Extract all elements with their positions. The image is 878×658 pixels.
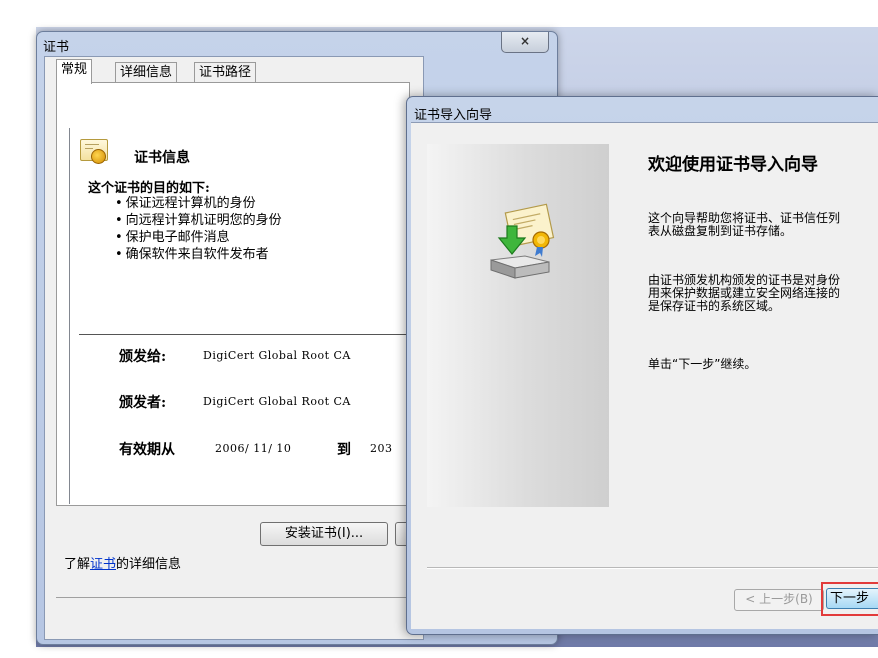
- import-certificate-icon: [490, 203, 555, 279]
- close-icon: ×: [519, 34, 531, 48]
- purpose-item: 确保软件来自软件发布者: [115, 246, 282, 263]
- next-button[interactable]: 下一步: [826, 588, 878, 609]
- tab-certification-path[interactable]: 证书路径: [194, 62, 257, 83]
- wizard-heading: 欢迎使用证书导入向导: [648, 155, 818, 175]
- wizard-intro-text: 这个向导帮助您将证书、证书信任列 表从磁盘复制到证书存储。: [648, 212, 840, 238]
- back-button[interactable]: < 上一步(B): [734, 589, 824, 611]
- valid-from-label: 有效期从: [119, 442, 175, 458]
- purpose-item: 保证远程计算机的身份: [115, 195, 282, 212]
- learn-more-prefix: 了解: [64, 557, 91, 572]
- issued-to-value: DigiCert Global Root CA: [203, 349, 351, 362]
- purpose-item: 保护电子邮件消息: [115, 229, 282, 246]
- separator: [427, 567, 878, 568]
- tab-details[interactable]: 详细信息: [115, 62, 178, 83]
- issued-by-value: DigiCert Global Root CA: [203, 395, 351, 408]
- install-certificate-button[interactable]: 安装证书(I)...: [260, 522, 388, 546]
- valid-from-date: 2006/ 11/ 10: [215, 442, 292, 455]
- divider: [79, 334, 409, 335]
- text-line: 表从磁盘复制到证书存储。: [648, 224, 793, 238]
- purpose-item: 向远程计算机证明您的身份: [115, 212, 282, 229]
- certificate-icon: [80, 139, 108, 164]
- learn-more-suffix: 的详细信息: [116, 557, 182, 572]
- certificate-window-title: 证书: [43, 40, 70, 55]
- wizard-title: 证书导入向导: [414, 108, 493, 123]
- valid-to-word: 到: [337, 442, 351, 458]
- purpose-heading: 这个证书的目的如下:: [88, 181, 210, 196]
- valid-to-date: 203: [370, 442, 393, 455]
- learn-more-text: 了解证书的详细信息: [64, 553, 181, 572]
- issued-by-label: 颁发者:: [119, 395, 167, 411]
- text-line: 是保存证书的系统区域。: [648, 299, 781, 313]
- wizard-description-text: 由证书颁发机构颁发的证书是对身份 用来保护数据或建立安全网络连接的 是保存证书的…: [648, 274, 840, 313]
- tab-general[interactable]: 常规: [56, 59, 93, 84]
- separator: [56, 597, 408, 598]
- certificate-info-heading: 证书信息: [134, 150, 190, 166]
- certificate-help-link[interactable]: 证书: [90, 557, 116, 572]
- issued-to-label: 颁发给:: [119, 349, 167, 365]
- wizard-continue-text: 单击“下一步”继续。: [648, 357, 757, 371]
- purpose-list: 保证远程计算机的身份 向远程计算机证明您的身份 保护电子邮件消息 确保软件来自软…: [115, 195, 282, 263]
- close-button[interactable]: ×: [501, 32, 549, 53]
